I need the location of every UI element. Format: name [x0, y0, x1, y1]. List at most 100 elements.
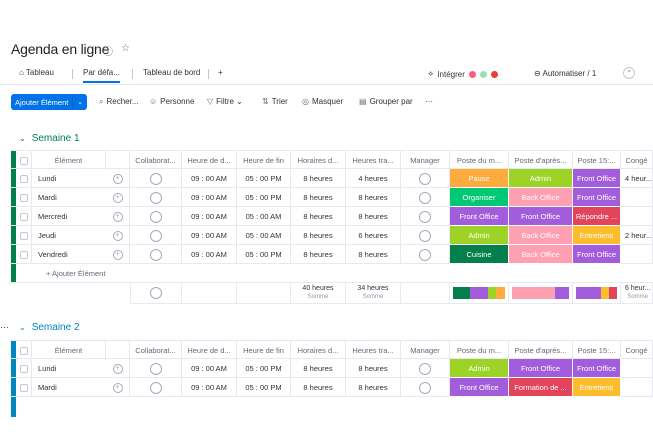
column-header[interactable]: Poste du m...: [450, 341, 509, 360]
chevron-down-icon[interactable]: ⌄: [72, 94, 87, 110]
leave-cell[interactable]: [621, 188, 653, 207]
column-header[interactable]: Collaborat...: [130, 151, 182, 170]
add-update-cell[interactable]: +: [106, 207, 130, 226]
checkbox[interactable]: [19, 193, 28, 202]
collaborator-cell[interactable]: [130, 169, 182, 188]
column-header[interactable]: Heure de d...: [182, 151, 237, 170]
group-header-semaine-2[interactable]: ⌄ Semaine 2: [19, 322, 80, 333]
manager-cell[interactable]: [401, 188, 450, 207]
item-name[interactable]: Vendredi: [32, 245, 106, 264]
table-row[interactable]: Mardi +09 : 00 AM 05 : 00 PM 8 heures 8 heur…: [11, 188, 653, 207]
filter-button[interactable]: ▽ Filtre ⌄: [207, 97, 243, 106]
automate-button[interactable]: ⊖ Automatiser / 1: [534, 69, 596, 78]
leave-cell[interactable]: [621, 207, 653, 226]
column-header[interactable]: Poste d'aprés...: [509, 151, 573, 170]
item-name[interactable]: Lundi: [32, 359, 106, 378]
hours-cell[interactable]: 8 heures: [291, 188, 346, 207]
collaborator-cell[interactable]: [130, 378, 182, 397]
group-by-button[interactable]: ▤ Grouper par: [359, 97, 413, 106]
checkbox[interactable]: [19, 174, 28, 183]
checkbox[interactable]: [19, 383, 28, 392]
end-cell[interactable]: 05 : 00 AM: [237, 226, 291, 245]
row-checkbox-cell[interactable]: [16, 226, 32, 245]
item-name[interactable]: Jeudi: [32, 226, 106, 245]
start-cell[interactable]: 09 : 00 AM: [182, 378, 237, 397]
column-header[interactable]: Heures tra...: [346, 151, 401, 170]
add-item-input[interactable]: + Ajouter Élément: [32, 264, 232, 283]
add-update-icon[interactable]: +: [112, 173, 123, 184]
add-update-icon[interactable]: +: [112, 382, 123, 393]
manager-cell[interactable]: [401, 207, 450, 226]
table-row[interactable]: Mardi +09 : 00 AM 05 : 00 PM 8 heures 8 heur…: [11, 378, 653, 397]
morning-status[interactable]: Front Office: [450, 378, 509, 397]
chevron-down-icon[interactable]: ⌄: [19, 323, 26, 332]
morning-status[interactable]: Front Office: [450, 207, 509, 226]
collaborator-cell[interactable]: [130, 188, 182, 207]
table-row[interactable]: Lundi +09 : 00 AM 05 : 00 PM 8 heures 8 heur…: [11, 359, 653, 378]
add-update-icon[interactable]: +: [112, 363, 123, 374]
hours-cell[interactable]: 8 heures: [291, 359, 346, 378]
column-header[interactable]: Heure de d...: [182, 341, 237, 360]
hours-cell[interactable]: 8 heures: [291, 169, 346, 188]
add-item-row[interactable]: + Ajouter Élément: [11, 264, 653, 283]
column-header[interactable]: Poste d'aprés...: [509, 341, 573, 360]
afternoon-status[interactable]: Front Office: [509, 207, 573, 226]
afternoon-status[interactable]: Formation de ...: [509, 378, 573, 397]
add-view-button[interactable]: +: [218, 68, 223, 77]
item-name[interactable]: Mardi: [32, 188, 106, 207]
worked-cell[interactable]: 8 heures: [346, 359, 401, 378]
tab-tableau[interactable]: ⌂ Tableau: [19, 68, 54, 77]
column-header[interactable]: Élément: [32, 151, 106, 170]
afternoon-status[interactable]: Front Office: [509, 359, 573, 378]
table-row[interactable]: Jeudi +09 : 00 AM 05 : 00 AM 8 heures 6 heur…: [11, 226, 653, 245]
column-header[interactable]: Horaires d...: [291, 341, 346, 360]
info-icon[interactable]: ⓘ: [103, 43, 113, 58]
tab-tableau-de-bord[interactable]: Tableau de bord: [143, 68, 200, 77]
integrate-button[interactable]: ⟡ Intégrer: [428, 69, 498, 79]
group-header-semaine-1[interactable]: ⌄ Semaine 1: [19, 133, 80, 144]
p15-status[interactable]: Entretiens: [573, 378, 621, 397]
column-header[interactable]: Manager: [401, 341, 450, 360]
worked-cell[interactable]: 4 heures: [346, 169, 401, 188]
leave-cell[interactable]: [621, 378, 653, 397]
column-header[interactable]: Poste 15:...: [573, 341, 621, 360]
add-update-cell[interactable]: +: [106, 378, 130, 397]
row-checkbox-cell[interactable]: [16, 207, 32, 226]
sort-button[interactable]: ⇅ Trier: [262, 97, 288, 106]
p15-status[interactable]: Front Office: [573, 188, 621, 207]
person-filter-button[interactable]: ☺ Personne: [149, 97, 194, 106]
afternoon-status[interactable]: Back Office: [509, 188, 573, 207]
add-update-icon[interactable]: +: [112, 249, 123, 260]
add-item-button[interactable]: Ajouter Élément ⌄: [11, 94, 87, 110]
star-icon[interactable]: ☆: [121, 43, 130, 58]
manager-cell[interactable]: [401, 226, 450, 245]
column-header[interactable]: Poste du m...: [450, 151, 509, 170]
item-name[interactable]: Mardi: [32, 378, 106, 397]
group-menu-icon[interactable]: ···: [0, 322, 9, 332]
table-row[interactable]: Mercredi +09 : 00 AM 05 : 00 AM 8 heures 8 h…: [11, 207, 653, 226]
leave-cell[interactable]: 4 heur...: [621, 169, 653, 188]
worked-cell[interactable]: 8 heures: [346, 245, 401, 264]
checkbox[interactable]: [19, 346, 28, 355]
start-cell[interactable]: 09 : 00 AM: [182, 188, 237, 207]
end-cell[interactable]: 05 : 00 PM: [237, 378, 291, 397]
column-header[interactable]: Élément: [32, 341, 106, 360]
start-cell[interactable]: 09 : 00 AM: [182, 245, 237, 264]
add-update-cell[interactable]: +: [106, 169, 130, 188]
morning-status[interactable]: Admin: [450, 359, 509, 378]
item-name[interactable]: Lundi: [32, 169, 106, 188]
collapse-header-button[interactable]: ^: [623, 67, 635, 79]
start-cell[interactable]: 09 : 00 AM: [182, 169, 237, 188]
select-all-checkbox-cell[interactable]: [16, 341, 32, 360]
start-cell[interactable]: 09 : 00 AM: [182, 226, 237, 245]
worked-cell[interactable]: 8 heures: [346, 188, 401, 207]
checkbox[interactable]: [19, 231, 28, 240]
end-cell[interactable]: 05 : 00 PM: [237, 188, 291, 207]
hours-cell[interactable]: 8 heures: [291, 245, 346, 264]
p15-status[interactable]: Front Office: [573, 245, 621, 264]
manager-cell[interactable]: [401, 359, 450, 378]
hide-button[interactable]: ◎ Masquer: [302, 97, 343, 106]
table-row[interactable]: Lundi +09 : 00 AM 05 : 00 PM 8 heures 4 heur…: [11, 169, 653, 188]
item-name[interactable]: Mercredi: [32, 207, 106, 226]
morning-status[interactable]: Cuisine: [450, 245, 509, 264]
